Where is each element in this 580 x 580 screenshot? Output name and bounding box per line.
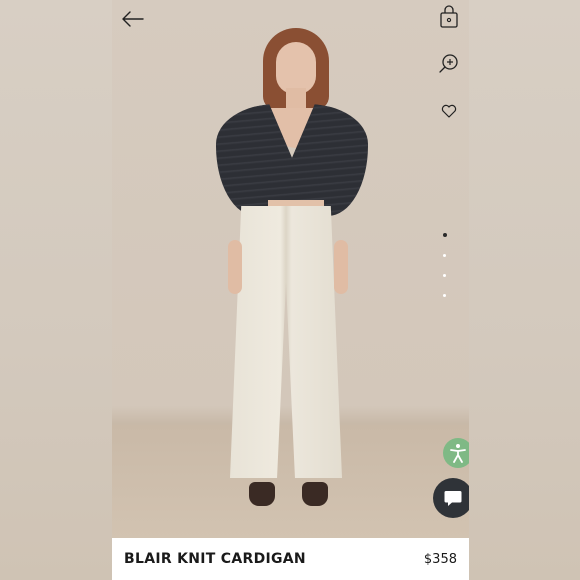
carousel-indicator [443,233,449,314]
zoom-button[interactable] [436,50,462,76]
zoom-in-icon [439,54,458,73]
shopping-bag-icon [440,5,458,28]
carousel-dot-2[interactable] [443,254,446,257]
accessibility-button[interactable] [443,438,469,468]
wide-leg-pants [230,206,342,478]
product-info-bar: BLAIR KNIT CARDIGAN $358 [112,538,469,580]
chat-button[interactable] [433,478,469,518]
product-name: BLAIR KNIT CARDIGAN [124,551,306,567]
right-sandal [302,482,328,506]
product-detail-screen: BLAIR KNIT CARDIGAN $358 [112,0,469,580]
accessibility-icon [450,444,466,463]
wishlist-button[interactable] [436,98,462,124]
product-price: $358 [423,551,457,567]
model-face [276,42,316,94]
model-right-hand [334,240,348,294]
model-left-hand [228,240,242,294]
product-image[interactable] [112,0,469,538]
bag-button[interactable] [436,4,462,30]
carousel-dot-3[interactable] [443,274,446,277]
heart-icon [441,104,457,118]
back-button[interactable] [120,6,146,32]
blurred-backdrop-right [469,0,580,580]
arrow-left-icon [122,11,144,27]
blurred-backdrop-left [0,0,112,580]
carousel-dot-4[interactable] [443,294,446,297]
left-sandal [249,482,275,506]
carousel-dot-1[interactable] [443,233,447,237]
chat-icon [444,491,462,506]
